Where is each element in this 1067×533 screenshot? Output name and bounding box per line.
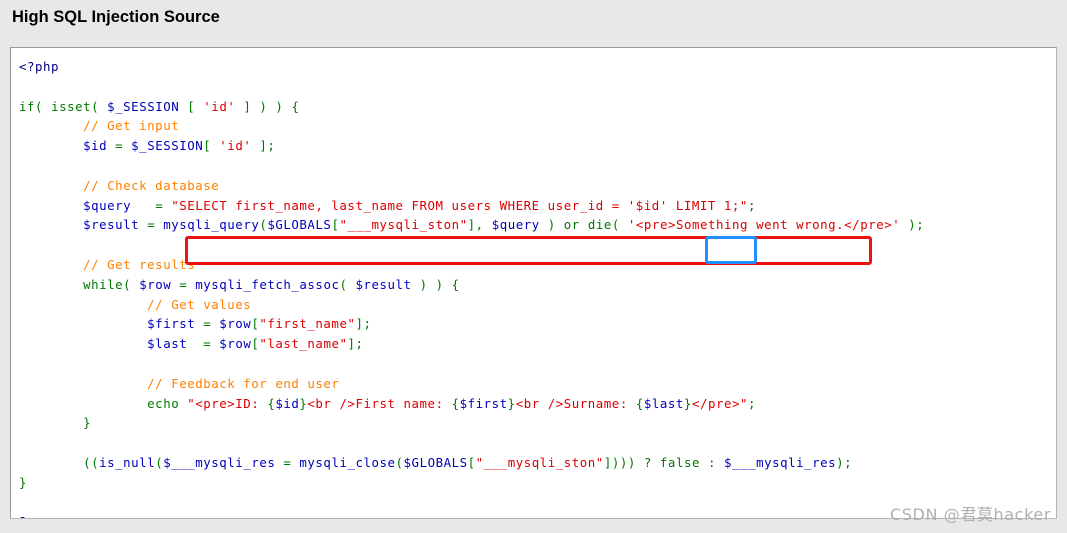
source-code-panel: <?php if( isset( $_SESSION [ 'id' ] ) ) … xyxy=(10,47,1057,519)
watermark-text: CSDN @君莫hacker xyxy=(890,505,1051,524)
php-source-listing: <?php if( isset( $_SESSION [ 'id' ] ) ) … xyxy=(19,59,925,518)
code-scroll-area[interactable]: <?php if( isset( $_SESSION [ 'id' ] ) ) … xyxy=(11,48,1056,518)
page-title: High SQL Injection Source xyxy=(12,8,220,26)
